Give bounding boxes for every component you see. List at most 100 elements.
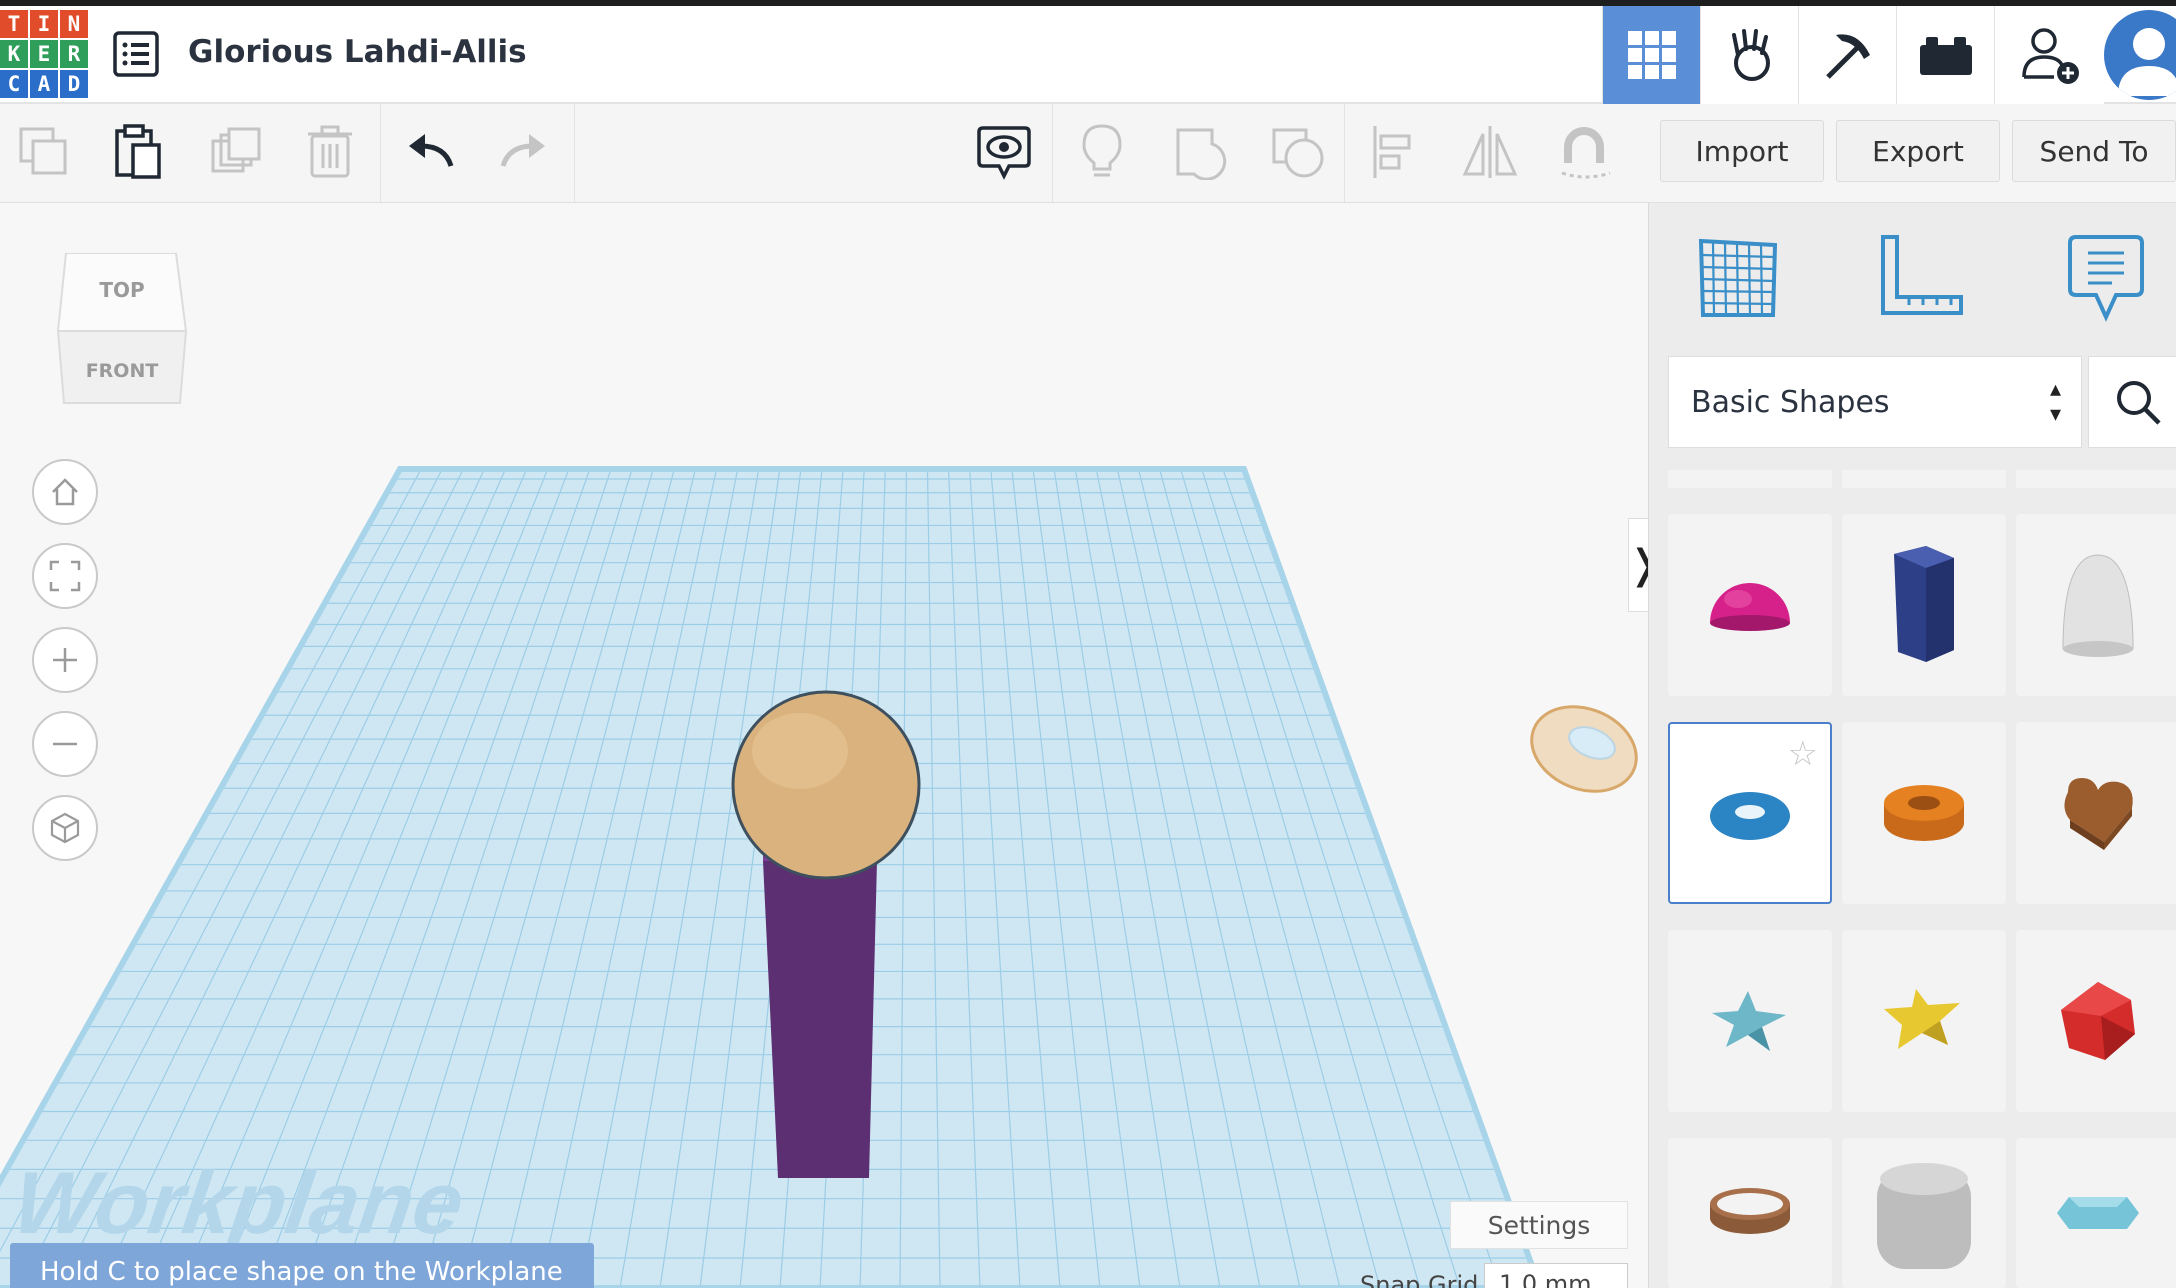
grid-icon <box>1627 31 1676 79</box>
logo-letter: A <box>30 70 58 98</box>
shape-tile[interactable] <box>1842 470 2006 488</box>
view-cube-icon: TOP FRONT <box>56 252 188 404</box>
shape-tile[interactable] <box>1668 470 1832 488</box>
redo-icon <box>500 134 545 167</box>
home-icon <box>52 478 78 506</box>
ungroup-button[interactable] <box>1268 122 1328 182</box>
fit-icon <box>49 560 81 592</box>
ring-icon <box>1710 1188 1790 1234</box>
workplane-grid[interactable]: Workplane <box>0 203 1648 1288</box>
3d-view-button[interactable] <box>1602 6 1700 104</box>
favorite-star-icon[interactable]: ☆ <box>1788 734 1818 774</box>
delete-button[interactable] <box>300 122 360 182</box>
shape-tile-icosahedron[interactable] <box>2016 930 2176 1112</box>
list-icon <box>113 31 159 77</box>
snap-grid-select[interactable]: 1.0 mm <box>1484 1263 1628 1288</box>
lightbulb-icon <box>1082 124 1122 177</box>
design-title[interactable]: Glorious Lahdi-Allis <box>188 34 527 70</box>
round-box-icon <box>1877 1163 1971 1269</box>
design-list-button[interactable] <box>112 30 160 78</box>
group-icon <box>1176 128 1227 180</box>
zoom-in-button[interactable] <box>32 627 98 693</box>
toolbar-divider <box>1052 104 1053 202</box>
box-shape[interactable] <box>763 833 877 1178</box>
shape-tile-tube[interactable] <box>1842 722 2006 904</box>
gem-icon <box>2057 1197 2139 1229</box>
lego-bricks-button[interactable] <box>1896 6 1994 104</box>
half-sphere-icon <box>1710 583 1790 631</box>
icosahedron-icon <box>2061 982 2135 1060</box>
align-button[interactable] <box>1364 122 1424 182</box>
notes-button[interactable] <box>1072 122 1132 182</box>
star-yellow-icon <box>1884 989 1960 1049</box>
workplane-tool-button[interactable] <box>1688 228 1788 328</box>
sphere-shape[interactable] <box>731 690 921 880</box>
shape-tile-paraboloid[interactable] <box>2016 514 2176 696</box>
sim-lab-button[interactable] <box>1700 6 1798 104</box>
fit-view-button[interactable] <box>32 543 98 609</box>
shape-tile-star-yellow[interactable] <box>1842 930 2006 1112</box>
mirror-icon <box>1462 126 1518 178</box>
send-to-button[interactable]: Send To <box>2012 120 2176 182</box>
view-cube[interactable]: TOP FRONT <box>56 252 188 413</box>
shape-tile-round-box[interactable] <box>1842 1138 2006 1288</box>
shape-tile[interactable] <box>2016 470 2176 488</box>
group-button[interactable] <box>1172 122 1232 182</box>
logo-letter: D <box>60 70 88 98</box>
shape-tile-ring[interactable] <box>1668 1138 1832 1288</box>
updown-chevron-icon: ▴ ▾ <box>2049 377 2061 427</box>
shape-tile-heart[interactable] <box>2016 722 2176 904</box>
undo-button[interactable] <box>400 122 460 182</box>
align-icon <box>1373 126 1411 178</box>
show-notes-button[interactable] <box>974 122 1034 182</box>
notes-tool-button[interactable] <box>2056 228 2156 328</box>
shape-tile-star[interactable] <box>1668 930 1832 1112</box>
minecraft-button[interactable] <box>1798 6 1896 104</box>
cruise-button[interactable] <box>1556 122 1616 182</box>
logo-letter: R <box>60 40 88 68</box>
redo-button[interactable] <box>494 122 554 182</box>
polygon-icon <box>1894 546 1954 662</box>
plus-icon <box>53 648 77 672</box>
toolbar-divider <box>574 104 575 202</box>
brick-icon <box>1919 37 1972 75</box>
duplicate-icon <box>211 127 261 173</box>
perspective-button[interactable] <box>32 795 98 861</box>
ruler-tool-button[interactable] <box>1872 228 1972 328</box>
undo-icon <box>409 134 454 167</box>
workplane-label: Workplane <box>8 1153 470 1252</box>
view-cube-front: FRONT <box>86 360 159 382</box>
import-button[interactable]: Import <box>1660 120 1824 182</box>
zoom-out-button[interactable] <box>32 711 98 777</box>
settings-button[interactable]: Settings <box>1450 1201 1628 1249</box>
home-view-button[interactable] <box>32 459 98 525</box>
pickaxe-icon <box>1825 34 1870 79</box>
shape-tile-gem[interactable] <box>2016 1138 2176 1288</box>
snap-grid-label: Snap Grid <box>1360 1271 1479 1288</box>
paste-button[interactable] <box>108 122 168 182</box>
export-button[interactable]: Export <box>1836 120 2000 182</box>
invite-user-button[interactable] <box>1994 6 2104 104</box>
3d-viewport[interactable]: Workplane TOP FRONT Hold C to place shap… <box>0 203 1648 1288</box>
torus-icon <box>1710 792 1790 840</box>
star-icon <box>1712 991 1786 1051</box>
shape-category-select[interactable]: Basic Shapes ▴ ▾ <box>1668 356 2082 448</box>
magnet-icon <box>1561 127 1611 179</box>
note-bubble-icon <box>2068 235 2144 322</box>
copy-button[interactable] <box>14 122 74 182</box>
search-icon <box>2117 381 2161 425</box>
toolbar-divider <box>1344 104 1345 202</box>
shape-tile-torus[interactable]: ☆ <box>1668 722 1832 904</box>
shape-tile-polygon[interactable] <box>1842 514 2006 696</box>
tinkercad-logo[interactable]: T I N K E R C A D <box>0 10 88 100</box>
ruler-icon <box>1881 235 1963 315</box>
dragged-torus-shape[interactable] <box>1519 692 1648 807</box>
paste-icon <box>115 124 161 179</box>
shape-tile-half-sphere[interactable] <box>1668 514 1832 696</box>
shape-search-button[interactable] <box>2088 356 2176 448</box>
logo-letter: C <box>0 70 28 98</box>
mirror-button[interactable] <box>1460 122 1520 182</box>
shape-category-label: Basic Shapes <box>1691 384 1890 420</box>
add-user-icon <box>2021 28 2079 84</box>
duplicate-button[interactable] <box>206 122 266 182</box>
